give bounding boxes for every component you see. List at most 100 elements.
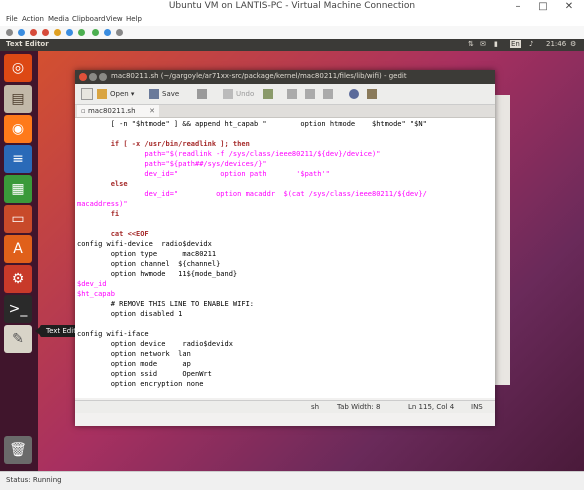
writer-icon[interactable]: ≡ — [4, 145, 32, 173]
firefox-icon[interactable]: ◉ — [4, 115, 32, 143]
save-label: Save — [162, 90, 180, 98]
code-line[interactable]: # REMOVE THIS LINE TO ENABLE WIFI: — [77, 299, 254, 309]
turn-off-icon[interactable] — [30, 29, 37, 36]
tab-mac80211[interactable]: ▫ mac80211.sh ✕ — [77, 105, 159, 117]
replace-icon[interactable] — [367, 88, 380, 100]
calc-icon[interactable]: ▦ — [4, 175, 32, 203]
code-line[interactable]: option device radio$devidx — [77, 339, 233, 349]
code-line[interactable]: else — [77, 179, 128, 189]
active-app-name: Text Editor — [6, 40, 49, 48]
code-line[interactable]: dev_id=" option path '$path'" — [77, 169, 329, 179]
host-title-bar: Ubuntu VM on LANTIS-PC - Virtual Machine… — [0, 0, 584, 15]
redo-icon[interactable] — [263, 88, 276, 100]
code-line[interactable]: macaddress)" — [77, 199, 128, 209]
menu-help[interactable]: Help — [126, 15, 142, 23]
undo-label: Undo — [236, 90, 255, 98]
menu-media[interactable]: Media — [48, 15, 69, 23]
menu-action[interactable]: Action — [22, 15, 44, 23]
unity-launcher: ◎ ▤ ◉ ≡ ▦ ▭ A ⚙ >_ ✎ 🗑 — [0, 51, 38, 471]
pause-icon[interactable] — [66, 29, 73, 36]
open-button[interactable]: Open ▾ — [97, 88, 134, 100]
new-document-icon[interactable] — [81, 88, 96, 100]
start-icon[interactable] — [18, 29, 25, 36]
text-editor-icon[interactable]: ✎ — [4, 325, 32, 353]
code-line[interactable]: fi — [77, 209, 119, 219]
ctrl-alt-del-icon[interactable] — [6, 29, 13, 36]
close-icon[interactable]: ✕ — [558, 0, 580, 14]
trash-icon[interactable]: 🗑 — [4, 436, 32, 464]
volume-icon[interactable]: ♪ — [529, 40, 533, 48]
cut-icon[interactable] — [287, 88, 300, 100]
code-line[interactable]: $dev_id — [77, 279, 107, 289]
insert-mode: INS — [471, 403, 483, 411]
gedit-maximize-icon[interactable] — [99, 73, 107, 81]
gedit-close-icon[interactable] — [79, 73, 87, 81]
gedit-minimize-icon[interactable] — [89, 73, 97, 81]
software-center-icon[interactable]: A — [4, 235, 32, 263]
code-line[interactable]: option channel ${channel} — [77, 259, 221, 269]
menu-file[interactable]: File — [6, 15, 18, 23]
cursor-position: Ln 115, Col 4 — [408, 403, 455, 411]
maximize-icon[interactable]: □ — [532, 0, 554, 14]
keyboard-layout[interactable]: En — [510, 40, 521, 48]
code-line[interactable]: dev_id=" option macaddr $(cat /sys/class… — [77, 189, 426, 199]
revert-icon[interactable] — [104, 29, 111, 36]
network-icon[interactable]: ⇅ — [468, 40, 474, 48]
save-button[interactable]: Save — [149, 88, 179, 100]
tab-label: mac80211.sh — [87, 107, 136, 115]
minimize-icon[interactable]: – — [507, 0, 529, 14]
host-status-bar: Status: Running — [0, 471, 584, 490]
gedit-title-bar: mac80211.sh (~/gargoyle/ar71xx-src/packa… — [75, 70, 495, 84]
checkpoint-icon[interactable] — [92, 29, 99, 36]
menu-clipboard[interactable]: Clipboard — [72, 15, 105, 23]
open-label: Open — [110, 90, 129, 98]
code-line[interactable]: if [ -x /usr/bin/readlink ]; then — [77, 139, 250, 149]
vm-connection-window: Ubuntu VM on LANTIS-PC - Virtual Machine… — [0, 0, 584, 490]
code-line[interactable]: option mode ap — [77, 359, 191, 369]
code-line[interactable]: $ht_capab — [77, 289, 115, 299]
undo-button[interactable]: Undo — [223, 88, 254, 100]
code-line[interactable]: option hwmode 11${mode_band} — [77, 269, 237, 279]
code-line[interactable]: path="${path##/sys/devices/}" — [77, 159, 266, 169]
files-icon[interactable]: ▤ — [4, 85, 32, 113]
gedit-toolbar: Open ▾ Save Undo — [75, 84, 495, 105]
print-icon[interactable] — [197, 88, 210, 100]
system-settings-icon[interactable]: ⚙ — [4, 265, 32, 293]
clock[interactable]: 21:46 — [546, 40, 566, 48]
code-line[interactable]: config wifi-device radio$devidx — [77, 239, 212, 249]
code-editor[interactable]: [ -n "$htmode" ] && append ht_capab " op… — [75, 118, 495, 398]
shutdown-icon[interactable] — [42, 29, 49, 36]
code-line[interactable]: config wifi-iface — [77, 329, 149, 339]
find-icon[interactable] — [349, 88, 362, 100]
code-line[interactable]: option encryption none — [77, 379, 204, 389]
dash-home-icon[interactable]: ◎ — [4, 54, 32, 82]
menu-view[interactable]: View — [106, 15, 123, 23]
battery-icon[interactable]: ▮ — [494, 40, 498, 48]
save-state-icon[interactable] — [54, 29, 61, 36]
settings-gear-icon[interactable]: ⚙ — [570, 40, 576, 48]
document-tab-bar: ▫ mac80211.sh ✕ — [75, 105, 495, 118]
host-window-title: Ubuntu VM on LANTIS-PC - Virtual Machine… — [168, 1, 416, 11]
language-selector[interactable]: sh — [311, 403, 319, 411]
code-line[interactable]: option disabled 1 — [77, 309, 183, 319]
enhanced-session-icon[interactable] — [116, 29, 123, 36]
code-line[interactable]: path="$(readlink -f /sys/class/ieee80211… — [77, 149, 380, 159]
ubuntu-top-panel: Text Editor ⇅ ✉ ▮ En ♪ 21:46 ⚙ — [0, 39, 584, 51]
code-line[interactable]: [ -n "$htmode" ] && append ht_capab " op… — [77, 119, 427, 129]
code-line[interactable]: option network lan — [77, 349, 191, 359]
tab-width-selector[interactable]: Tab Width: 8 — [337, 403, 380, 411]
reset-icon[interactable] — [78, 29, 85, 36]
code-line[interactable]: option type mac80211 — [77, 249, 216, 259]
vm-screen[interactable]: Text Editor ⇅ ✉ ▮ En ♪ 21:46 ⚙ ◎ ▤ ◉ ≡ ▦… — [0, 39, 584, 471]
paste-icon[interactable] — [323, 88, 336, 100]
copy-icon[interactable] — [305, 88, 318, 100]
terminal-icon[interactable]: >_ — [4, 295, 32, 323]
gedit-status-bar: sh Tab Width: 8 Ln 115, Col 4 INS — [75, 400, 495, 413]
impress-icon[interactable]: ▭ — [4, 205, 32, 233]
vm-status-text: Status: Running — [6, 476, 62, 484]
code-line[interactable]: cat <<EOF — [77, 229, 149, 239]
code-line[interactable]: option ssid OpenWrt — [77, 369, 212, 379]
host-toolbar — [0, 26, 584, 40]
tab-close-icon[interactable]: ✕ — [149, 105, 155, 117]
messaging-icon[interactable]: ✉ — [480, 40, 486, 48]
